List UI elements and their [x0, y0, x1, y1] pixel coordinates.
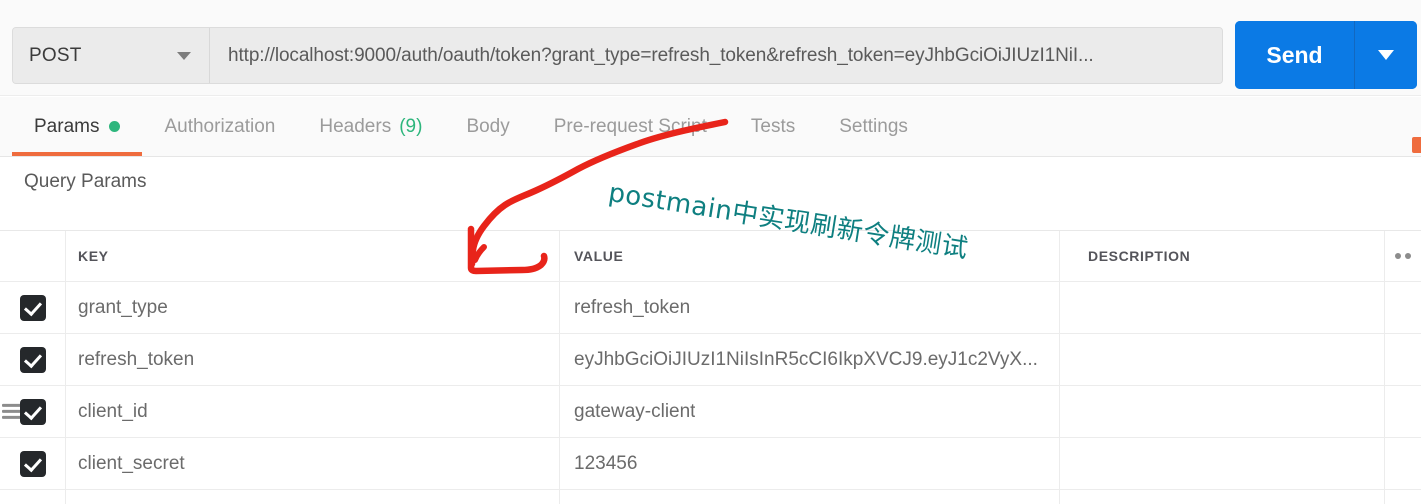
http-method-label: POST — [29, 44, 82, 66]
row-checkbox-cell[interactable] — [0, 386, 66, 437]
header-key-cell: KEY — [66, 231, 560, 281]
row-checkbox-cell[interactable] — [0, 438, 66, 489]
tab-settings[interactable]: Settings — [817, 97, 930, 156]
table-row: grant_type refresh_token — [0, 282, 1421, 334]
row-value-cell[interactable]: refresh_token — [560, 282, 1060, 333]
postman-request-pane: POST http://localhost:9000/auth/oauth/to… — [0, 0, 1421, 504]
row-value-cell[interactable] — [560, 490, 1060, 504]
tab-tests[interactable]: Tests — [729, 97, 817, 156]
row-key-cell[interactable] — [66, 490, 560, 504]
ellipsis-horizontal-icon — [1395, 253, 1411, 259]
url-input-value: http://localhost:9000/auth/oauth/token?g… — [228, 44, 1094, 66]
tab-settings-label: Settings — [839, 115, 908, 137]
row-description-cell[interactable] — [1060, 282, 1385, 333]
row-checkbox-cell[interactable] — [0, 490, 66, 504]
row-key-value: grant_type — [78, 296, 168, 318]
header-value-label: VALUE — [574, 248, 624, 264]
row-actions[interactable] — [1385, 282, 1421, 333]
cookies-link-edge[interactable] — [1412, 137, 1421, 153]
row-value-value: refresh_token — [574, 296, 691, 318]
header-checkbox-cell — [0, 231, 66, 281]
row-value-cell[interactable]: gateway-client — [560, 386, 1060, 437]
row-key-cell[interactable]: refresh_token — [66, 334, 560, 385]
row-key-value: refresh_token — [78, 348, 195, 370]
tab-tests-label: Tests — [750, 115, 796, 137]
tab-authorization[interactable]: Authorization — [142, 97, 297, 156]
row-actions[interactable] — [1385, 386, 1421, 437]
send-button[interactable]: Send — [1235, 21, 1355, 89]
send-options-button[interactable] — [1355, 21, 1417, 89]
green-dot-icon — [109, 121, 121, 132]
row-value-value: 123456 — [574, 452, 638, 474]
bulk-edit-button[interactable] — [1385, 231, 1421, 281]
http-method-selector[interactable]: POST — [13, 28, 210, 83]
row-value-value: gateway-client — [574, 400, 696, 422]
row-checkbox-cell[interactable] — [0, 334, 66, 385]
tab-params[interactable]: Params — [12, 97, 143, 156]
tab-headers-count: (9) — [399, 115, 423, 137]
row-value-cell[interactable]: 123456 — [560, 438, 1060, 489]
tab-pre-request-script[interactable]: Pre-request Script — [532, 97, 729, 156]
row-key-value: client_id — [78, 400, 148, 422]
url-bar: POST http://localhost:9000/auth/oauth/to… — [0, 0, 1421, 96]
header-key-label: KEY — [78, 248, 109, 264]
tab-params-label: Params — [34, 115, 100, 137]
query-params-title: Query Params — [0, 158, 1421, 206]
tab-body-label: Body — [466, 115, 510, 137]
table-row: refresh_token eyJhbGciOiJIUzI1NiIsInR5cC… — [0, 334, 1421, 386]
chevron-down-icon — [177, 51, 191, 60]
table-row-empty — [0, 490, 1421, 504]
table-row: client_id gateway-client — [0, 386, 1421, 438]
row-checkbox[interactable] — [19, 398, 46, 425]
table-header-row: KEY VALUE DESCRIPTION — [0, 231, 1421, 282]
header-description-cell: DESCRIPTION — [1060, 231, 1385, 281]
tab-body[interactable]: Body — [444, 97, 531, 156]
method-url-group: POST http://localhost:9000/auth/oauth/to… — [12, 27, 1223, 84]
row-value-value: eyJhbGciOiJIUzI1NiIsInR5cCI6IkpXVCJ9.eyJ… — [574, 348, 1038, 370]
url-input[interactable]: http://localhost:9000/auth/oauth/token?g… — [210, 28, 1222, 83]
row-key-cell[interactable]: client_id — [66, 386, 560, 437]
row-description-cell[interactable] — [1060, 438, 1385, 489]
row-checkbox[interactable] — [19, 346, 46, 373]
row-checkbox-cell[interactable] — [0, 282, 66, 333]
row-description-cell[interactable] — [1060, 490, 1385, 504]
header-value-cell: VALUE — [560, 231, 1060, 281]
table-row: client_secret 123456 — [0, 438, 1421, 490]
tab-authorization-label: Authorization — [164, 115, 276, 137]
row-key-value: client_secret — [78, 452, 185, 474]
row-actions[interactable] — [1385, 490, 1421, 504]
request-tab-bar: Params Authorization Headers (9) Body Pr… — [0, 97, 1421, 157]
query-params-table: KEY VALUE DESCRIPTION grant_type refresh… — [0, 230, 1421, 504]
row-key-cell[interactable]: grant_type — [66, 282, 560, 333]
row-actions[interactable] — [1385, 438, 1421, 489]
tab-headers[interactable]: Headers (9) — [297, 97, 444, 156]
header-description-label: DESCRIPTION — [1088, 248, 1191, 264]
row-actions[interactable] — [1385, 334, 1421, 385]
chevron-down-icon — [1378, 50, 1394, 60]
row-checkbox[interactable] — [19, 294, 46, 321]
row-description-cell[interactable] — [1060, 386, 1385, 437]
send-button-group: Send — [1235, 21, 1417, 89]
tab-pre-request-script-label: Pre-request Script — [553, 115, 707, 137]
row-key-cell[interactable]: client_secret — [66, 438, 560, 489]
row-value-cell[interactable]: eyJhbGciOiJIUzI1NiIsInR5cCI6IkpXVCJ9.eyJ… — [560, 334, 1060, 385]
row-description-cell[interactable] — [1060, 334, 1385, 385]
tab-headers-label: Headers — [319, 115, 392, 137]
row-checkbox[interactable] — [19, 450, 46, 477]
